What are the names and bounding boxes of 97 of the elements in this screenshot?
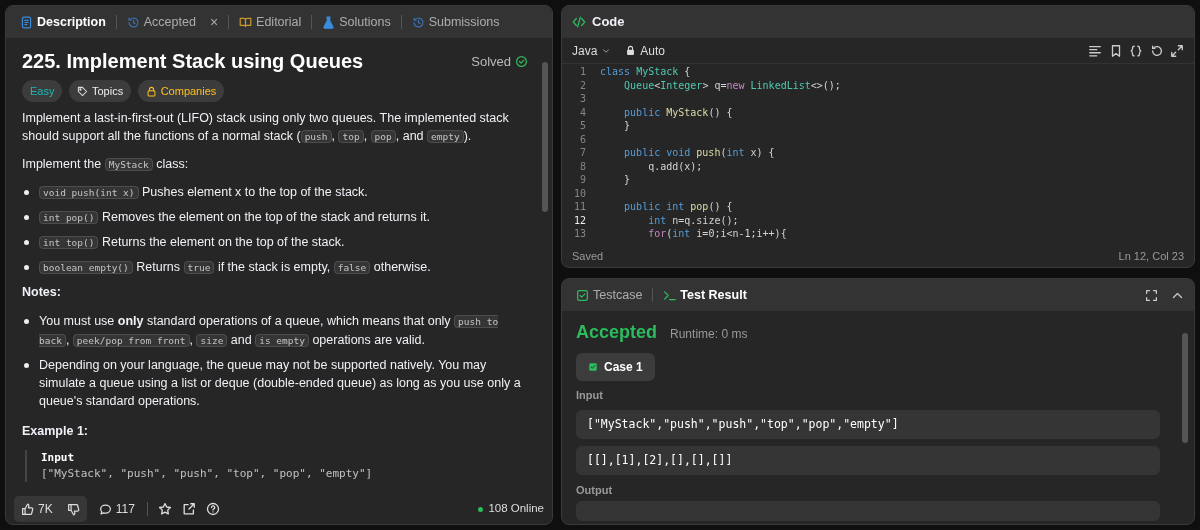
- close-tab-button[interactable]: ×: [205, 9, 223, 35]
- fullscreen-icon[interactable]: [1145, 288, 1158, 302]
- code-line: for(int i=0;i<n-1;i++){: [647, 227, 787, 241]
- bullet-icon: [24, 189, 29, 195]
- line-number: 6: [578, 132, 587, 146]
- solved-status: Solved: [471, 52, 511, 71]
- runtime: Runtime: 0 ms: [670, 326, 748, 343]
- input-value: [[],[1],[2],[],[],[]]: [576, 445, 1160, 475]
- line-number: 3: [578, 92, 587, 106]
- check-square-icon: [588, 361, 598, 372]
- code-icon: [572, 15, 586, 29]
- paragraph: Implement a last-in-first-out (LIFO) stack using only two queues. The implemented stack should support all the functions of a normal stack ( push , top , pop , and empty ).: [22, 109, 510, 145]
- bullet-icon: [24, 214, 29, 220]
- list-item-text: int top() Returns the element on the top of the stack.: [39, 232, 345, 252]
- history-icon: [126, 15, 140, 29]
- code-line: }: [623, 119, 631, 133]
- code-line: class MyStack {: [600, 65, 691, 79]
- history-icon: [411, 15, 425, 29]
- list-item-text: int pop() Removes the element on the top of the stack and returns it.: [39, 207, 430, 227]
- like-button[interactable]: 7K: [14, 496, 60, 522]
- list-item-text: boolean empty() Returns true if the stack is empty, false otherwise.: [39, 257, 431, 277]
- line-number: 7: [578, 146, 587, 160]
- line-number: 4: [578, 105, 587, 119]
- dislike-button[interactable]: [59, 496, 87, 522]
- bullet-icon: [24, 239, 29, 245]
- list-item-text: Depending on your language, the queue may not be supported natively. You may simulate a queue using a list or deque (double-ended queue) as long as you use only a queue's standard operations.: [39, 356, 522, 410]
- code-line: int n=q.size();: [647, 213, 739, 227]
- verdict: Accepted: [576, 321, 658, 344]
- code-line: public int pop() {: [623, 200, 733, 214]
- checkbox-icon: [576, 288, 589, 302]
- thumbs-up-icon: [21, 502, 34, 516]
- example-label: Input: [41, 450, 76, 467]
- tag-icon: [76, 85, 88, 97]
- scrollbar[interactable]: [1182, 333, 1188, 443]
- language-dropdown[interactable]: Java: [572, 41, 612, 60]
- code-line: public MyStack() {: [623, 105, 733, 119]
- document-icon: [20, 15, 33, 29]
- code-line: }: [623, 173, 631, 187]
- code-line: Queue<Integer> q=new LinkedList<>();: [623, 78, 841, 92]
- expand-icon[interactable]: [1170, 43, 1184, 58]
- line-number: 1: [578, 65, 587, 79]
- mode-label: Auto: [640, 42, 666, 60]
- thumbs-down-icon: [66, 502, 80, 516]
- line-number: 11: [572, 200, 587, 214]
- save-status: Saved: [572, 248, 604, 264]
- tab[interactable]: Editorial: [235, 10, 306, 34]
- format-lines-icon[interactable]: [1088, 43, 1102, 58]
- line-number: 5: [578, 119, 587, 133]
- output-label: Output: [576, 482, 614, 498]
- help-icon[interactable]: [205, 502, 220, 516]
- braces-icon[interactable]: [1129, 43, 1143, 58]
- difficulty-tag[interactable]: Easy: [22, 79, 63, 103]
- line-number: 2: [578, 78, 587, 92]
- lock-icon: [625, 45, 637, 56]
- list-item-text: You must use only standard operations of a queue, which means that only push to back , peek/pop from front , size and is empty operations are valid.: [39, 312, 500, 349]
- list-item-text: void push(int x) Pushes element x to the top of the stack.: [39, 182, 368, 202]
- panel-title: Code: [592, 13, 625, 32]
- tab[interactable]: Description: [16, 10, 110, 34]
- flask-icon: [322, 15, 336, 29]
- speech-bubble-icon: [98, 502, 112, 516]
- cursor-position: Ln 12, Col 23: [1118, 248, 1184, 264]
- terminal-icon: [663, 288, 677, 302]
- companies-tag[interactable]: Companies: [137, 79, 225, 103]
- comments-button[interactable]: 117: [96, 498, 137, 520]
- lock-icon: [145, 85, 157, 97]
- line-number: 8: [578, 159, 587, 173]
- tab[interactable]: Test Result: [659, 283, 751, 307]
- reset-icon[interactable]: [1149, 43, 1164, 58]
- bullet-icon: [24, 318, 29, 324]
- topics-tag[interactable]: Topics: [68, 79, 132, 103]
- online-count: 108 Online: [488, 501, 544, 517]
- check-circle-icon: [515, 54, 528, 68]
- star-icon[interactable]: [157, 502, 172, 516]
- code-line: public void push(int x) {: [623, 146, 775, 160]
- section-heading: Example 1:: [22, 422, 89, 440]
- input-label: Input: [576, 388, 604, 403]
- line-number: 12: [572, 213, 587, 227]
- online-dot-icon: [478, 506, 484, 512]
- section-heading: Notes:: [22, 283, 62, 301]
- paragraph: Implement the MyStack class:: [22, 155, 190, 173]
- line-number: 9: [578, 173, 587, 187]
- case-tab[interactable]: Case 1: [576, 352, 655, 381]
- line-number: 10: [572, 186, 587, 200]
- line-number: 13: [572, 227, 587, 241]
- input-value: ["MyStack","push","push","top","pop","empty"]: [576, 410, 1160, 440]
- share-icon[interactable]: [181, 502, 196, 516]
- tab[interactable]: Testcase: [572, 283, 647, 307]
- scrollbar[interactable]: [542, 62, 548, 212]
- bullet-icon: [24, 264, 29, 270]
- tab[interactable]: Submissions: [407, 10, 504, 34]
- bullet-icon: [24, 362, 29, 368]
- tab[interactable]: Accepted: [122, 10, 200, 34]
- book-icon: [239, 15, 253, 29]
- code-line: q.add(x);: [647, 159, 703, 173]
- problem-title: 225. Implement Stack using Queues: [22, 49, 364, 74]
- example-value: ["MyStack", "push", "push", "top", "pop", "empty"]: [41, 466, 374, 483]
- tab[interactable]: Solutions: [318, 10, 395, 34]
